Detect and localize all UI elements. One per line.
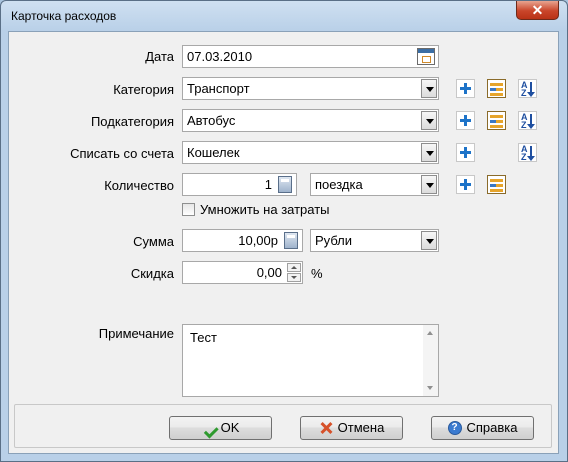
- amount-label: Сумма: [133, 234, 174, 249]
- quantity-field[interactable]: 1: [182, 173, 297, 196]
- subcategory-label: Подкатегория: [90, 114, 174, 129]
- account-select[interactable]: Кошелек: [182, 141, 439, 164]
- sort-category-button[interactable]: AZ: [518, 79, 537, 98]
- chevron-down-icon[interactable]: [421, 231, 437, 250]
- account-value: Кошелек: [187, 145, 240, 160]
- scroll-up-icon[interactable]: [427, 331, 433, 335]
- discount-spinner[interactable]: [287, 263, 301, 282]
- discount-label: Скидка: [130, 266, 174, 281]
- cancel-label: Отмена: [337, 420, 385, 435]
- form-area: Дата 07.03.2010 Категория Транспорт AZ П…: [8, 31, 559, 454]
- discount-field[interactable]: 0,00: [182, 261, 303, 284]
- amount-field[interactable]: 10,00р: [182, 229, 303, 252]
- subcategory-select[interactable]: Автобус: [182, 109, 439, 132]
- chevron-down-icon[interactable]: [421, 111, 437, 130]
- percent-sign: %: [311, 266, 323, 281]
- ok-label: OK: [220, 420, 240, 435]
- note-scrollbar[interactable]: [423, 325, 438, 396]
- multiply-checkbox[interactable]: [182, 203, 195, 216]
- quantity-label: Количество: [104, 178, 174, 193]
- quantity-value: 1: [264, 177, 272, 192]
- expense-card-window: Карточка расходов ✕ Дата 07.03.2010 Кате…: [0, 0, 568, 462]
- date-label: Дата: [145, 49, 174, 64]
- multiply-label[interactable]: Умножить на затраты: [200, 202, 330, 217]
- add-subcategory-button[interactable]: [456, 111, 475, 130]
- sort-subcategory-button[interactable]: AZ: [518, 111, 537, 130]
- chevron-down-icon[interactable]: [421, 175, 437, 194]
- date-field[interactable]: 07.03.2010: [182, 45, 439, 68]
- discount-value: 0,00: [256, 265, 282, 280]
- category-select[interactable]: Транспорт: [182, 77, 439, 100]
- spin-down-icon[interactable]: [287, 273, 301, 282]
- scroll-down-icon[interactable]: [427, 386, 433, 390]
- check-icon: [202, 421, 216, 435]
- title-bar: Карточка расходов ✕: [1, 1, 567, 31]
- calendar-icon[interactable]: [417, 48, 435, 65]
- calculator-icon[interactable]: [284, 232, 298, 249]
- ok-button[interactable]: OK: [169, 416, 272, 440]
- currency-value: Рубли: [315, 233, 353, 248]
- account-label: Списать со счета: [70, 146, 174, 161]
- close-icon: ✕: [531, 2, 544, 18]
- chevron-down-icon[interactable]: [421, 79, 437, 98]
- category-label: Категория: [113, 82, 174, 97]
- add-account-button[interactable]: [456, 143, 475, 162]
- category-list-button[interactable]: [487, 79, 506, 98]
- unit-value: поездка: [315, 177, 363, 192]
- note-textarea[interactable]: Тест: [182, 324, 439, 397]
- category-value: Транспорт: [187, 81, 250, 96]
- subcategory-value: Автобус: [187, 113, 236, 128]
- cancel-icon: [319, 421, 333, 435]
- note-label: Примечание: [98, 326, 174, 341]
- help-icon: ?: [447, 420, 462, 435]
- note-value: Тест: [190, 330, 217, 345]
- chevron-down-icon[interactable]: [421, 143, 437, 162]
- add-unit-button[interactable]: [456, 175, 475, 194]
- help-button[interactable]: ? Справка: [431, 416, 534, 440]
- unit-list-button[interactable]: [487, 175, 506, 194]
- close-button[interactable]: ✕: [516, 1, 559, 20]
- button-panel: OK Отмена ? Справка: [14, 404, 552, 448]
- date-value: 07.03.2010: [187, 49, 253, 64]
- add-category-button[interactable]: [456, 79, 475, 98]
- subcategory-list-button[interactable]: [487, 111, 506, 130]
- window-title: Карточка расходов: [11, 9, 117, 23]
- cancel-button[interactable]: Отмена: [300, 416, 403, 440]
- amount-value: 10,00р: [238, 233, 278, 248]
- help-label: Справка: [466, 420, 518, 435]
- unit-select[interactable]: поездка: [310, 173, 439, 196]
- calculator-icon[interactable]: [278, 176, 292, 193]
- spin-up-icon[interactable]: [287, 263, 301, 272]
- currency-select[interactable]: Рубли: [310, 229, 439, 252]
- sort-account-button[interactable]: AZ: [518, 143, 537, 162]
